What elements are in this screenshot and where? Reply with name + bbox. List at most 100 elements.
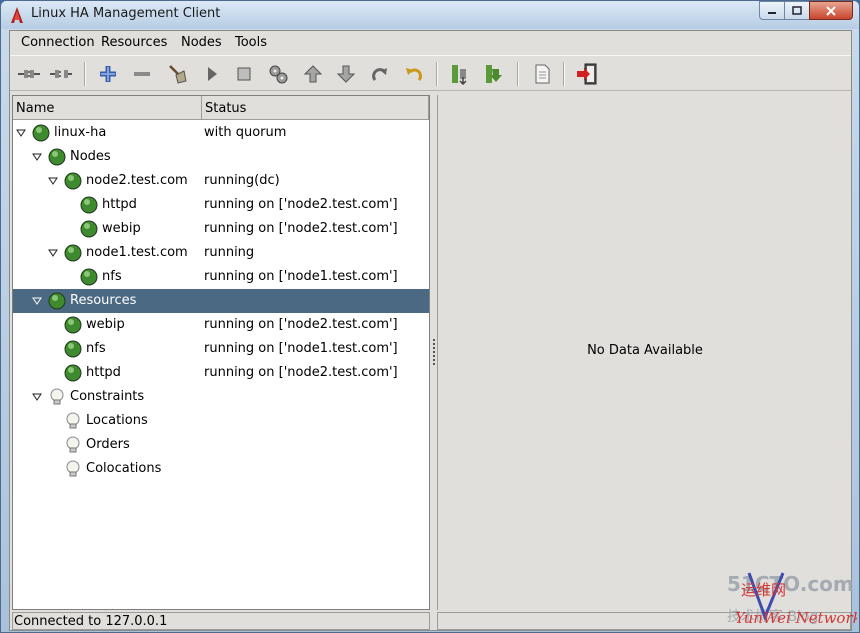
status-ok-icon [64,316,82,334]
status-ok-icon [80,220,98,238]
splitter-grip [433,339,435,341]
expander-down-icon[interactable] [48,248,58,258]
gears-icon [269,65,288,84]
tree-label: Resources [70,293,137,308]
cluster-tree: Name Status linux-ha with quorum Nodes n… [12,95,430,610]
status-ok-icon [80,196,98,214]
tree-row-node1-nfs[interactable]: nfs running on ['node1.test.com'] [13,265,429,289]
window-title: Linux HA Management Client [31,6,221,21]
active-node-button[interactable] [481,62,507,86]
splitter-grip [433,359,435,361]
status-ok-icon [80,268,98,286]
disconnect-icon [50,70,72,78]
tree-status: running on ['node1.test.com'] [204,269,398,284]
expander-down-icon[interactable] [32,296,42,306]
tree-row-resource-nfs[interactable]: nfs running on ['node1.test.com'] [13,337,429,361]
status-ok-icon [64,364,82,382]
no-data-message: No Data Available [587,343,703,358]
tree-row-node2[interactable]: node2.test.com running(dc) [13,169,429,193]
tree-row-constraints[interactable]: Constraints [13,385,429,409]
tree-row-colocations[interactable]: Colocations [13,457,429,481]
tree-label: webip [86,317,125,332]
maximize-button[interactable] [784,1,810,20]
tree-status: running on ['node2.test.com'] [204,365,398,380]
lightbulb-icon [66,460,80,477]
add-button[interactable] [95,62,121,86]
undo-icon [406,68,422,81]
tree-row-locations[interactable]: Locations [13,409,429,433]
view-log-button[interactable] [529,62,555,86]
tree-status: running [204,245,255,260]
tree-label: node2.test.com [86,173,188,188]
tree-row-node1[interactable]: node1.test.com running [13,241,429,265]
splitter-grip [433,351,435,353]
disconnect-button[interactable] [48,62,74,86]
site-watermark: 51CTO.com 技术博客 Blog 运维网 YunWei Network [727,572,857,627]
tree-row-resource-webip[interactable]: webip running on ['node2.test.com'] [13,313,429,337]
heartbeat-app-icon [11,7,23,23]
move-up-button[interactable] [300,62,326,86]
connect-button[interactable] [16,62,42,86]
cleanup-icon [169,65,187,84]
start-icon [208,67,217,81]
toolbar-separator [563,62,565,86]
minimize-button[interactable] [759,1,785,20]
tree-status: running on ['node1.test.com'] [204,341,398,356]
tree-label: Orders [86,437,130,452]
expander-down-icon[interactable] [32,392,42,402]
arrow-up-icon [304,65,322,83]
tree-label: nfs [102,269,122,284]
close-button[interactable] [809,1,853,20]
lightbulb-icon [50,388,64,405]
tree-row-nodes[interactable]: Nodes [13,145,429,169]
tree-label: linux-ha [54,125,107,140]
minimize-icon [768,11,776,14]
tree-status: running on ['node2.test.com'] [204,197,398,212]
exit-button[interactable] [574,62,600,86]
document-icon [535,64,550,84]
tree-row-resource-httpd[interactable]: httpd running on ['node2.test.com'] [13,361,429,385]
menu-resources[interactable]: Resources [101,35,167,50]
redo-button[interactable] [367,62,393,86]
splitter-grip [433,355,435,357]
cleanup-button[interactable] [164,62,190,86]
menu-connection[interactable]: Connection [21,35,95,50]
remove-button[interactable] [129,62,155,86]
undo-button[interactable] [401,62,427,86]
tree-row-node2-httpd[interactable]: httpd running on ['node2.test.com'] [13,193,429,217]
splitter-grip [433,363,435,365]
stop-icon [237,67,251,81]
status-ok-icon [64,244,82,262]
status-ok-icon [48,148,66,166]
tree-row-resources[interactable]: Resources [13,289,429,313]
add-icon [100,66,116,82]
expander-down-icon[interactable] [32,152,42,162]
splitter-grip [433,343,435,345]
expander-down-icon[interactable] [16,128,26,138]
menu-nodes[interactable]: Nodes [181,35,222,50]
tree-row-linux-ha[interactable]: linux-ha with quorum [13,121,429,145]
standby-node-button[interactable] [447,62,473,86]
lightbulb-icon [66,412,80,429]
move-down-button[interactable] [333,62,359,86]
tree-label: nfs [86,341,106,356]
tree-row-orders[interactable]: Orders [13,433,429,457]
column-header-status[interactable]: Status [202,96,429,120]
connect-icon [18,70,40,78]
watermark-line3: 运维网 [741,581,786,599]
remove-icon [134,72,150,76]
status-bar: Connected to 127.0.0.1 [12,612,430,630]
arrow-down-icon [337,65,355,83]
tree-row-node2-webip[interactable]: webip running on ['node2.test.com'] [13,217,429,241]
tree-status: running(dc) [204,173,280,188]
title-bar[interactable]: Linux HA Management Client [1,1,859,29]
tree-label: Nodes [70,149,111,164]
start-button[interactable] [199,62,225,86]
tree-status: running on ['node2.test.com'] [204,221,398,236]
menu-tools[interactable]: Tools [235,35,267,50]
column-header-name[interactable]: Name [13,96,202,120]
toolbar-separator [84,62,86,86]
default-button[interactable] [265,62,291,86]
expander-down-icon[interactable] [48,176,58,186]
stop-button[interactable] [231,62,257,86]
